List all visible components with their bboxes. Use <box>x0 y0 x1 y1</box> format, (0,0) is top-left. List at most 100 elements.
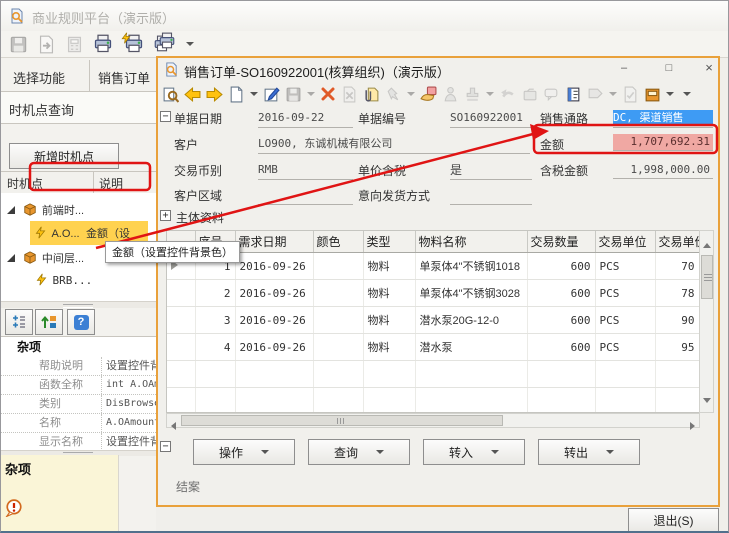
property-value[interactable]: 设置控件背 <box>101 357 156 375</box>
cell-qty[interactable]: 600 <box>527 334 595 361</box>
quick-print-icon[interactable] <box>122 34 144 54</box>
cell-qty[interactable]: 600 <box>527 253 595 280</box>
cell-date[interactable]: 2016-09-26 <box>235 253 313 280</box>
col-price[interactable]: 交易单价 <box>655 231 699 253</box>
tab-select-function[interactable]: 选择功能 <box>13 68 65 87</box>
property-value[interactable]: DisBrowse <box>101 395 156 413</box>
tax-amount-field[interactable]: 1,998,000.00 <box>613 162 713 179</box>
tab-sales-order[interactable]: 销售订单 <box>98 68 150 87</box>
property-row[interactable]: 显示名称 设置控件背 <box>1 433 156 451</box>
new-dropdown-icon[interactable] <box>250 92 258 96</box>
cell-type[interactable]: 物料 <box>363 253 415 280</box>
sort-az-button[interactable] <box>35 309 63 335</box>
attachment-icon[interactable] <box>363 86 380 103</box>
cell-price[interactable]: 78 <box>655 280 699 307</box>
cell-material[interactable]: 单泵体4"不锈钢1018 <box>415 253 527 280</box>
back-icon[interactable] <box>184 86 201 103</box>
discard-icon[interactable] <box>341 86 358 103</box>
maximize-button[interactable]: □ <box>658 61 680 76</box>
tree-header-timing[interactable]: 时机点 <box>7 175 43 192</box>
cell-qty[interactable]: 600 <box>527 280 595 307</box>
property-row[interactable]: 函数全称 int A.OAm <box>1 376 156 395</box>
col-color[interactable]: 颜色 <box>313 231 363 253</box>
pin-dropdown-icon[interactable] <box>407 92 415 96</box>
help-button[interactable]: ? <box>67 309 95 335</box>
tax-incl-field[interactable]: 是 <box>450 162 532 180</box>
add-timing-point-button[interactable]: 新增时机点 <box>9 143 119 169</box>
edit-icon[interactable] <box>263 86 280 103</box>
tree-row-brb[interactable]: BRB... <box>35 271 92 289</box>
pin-icon[interactable] <box>385 86 402 103</box>
scroll-up-icon[interactable] <box>703 235 711 253</box>
footer-section-toggle[interactable]: − <box>160 441 171 452</box>
tree-node-label[interactable]: 前端时... <box>42 205 84 217</box>
table-row-empty[interactable] <box>167 361 699 388</box>
tree-header-desc[interactable]: 说明 <box>99 175 123 192</box>
property-value[interactable]: int A.OAm <box>101 376 156 394</box>
col-type[interactable]: 类型 <box>363 231 415 253</box>
minimize-button[interactable]: – <box>613 61 635 76</box>
tree-rule-label[interactable]: BRB... <box>52 274 92 287</box>
delete-icon[interactable] <box>320 86 336 102</box>
toolbar-dropdown-icon[interactable] <box>186 42 194 46</box>
notebook-icon[interactable] <box>565 86 582 103</box>
horizontal-scrollbar[interactable] <box>166 413 700 428</box>
vertical-scroll-thumb[interactable] <box>701 255 713 299</box>
main-section-toggle[interactable]: + <box>160 210 171 221</box>
transfer-out-button[interactable]: 转出 <box>538 439 640 465</box>
overflow-dropdown-icon[interactable] <box>683 92 691 96</box>
warning-bubble-icon[interactable] <box>5 499 23 517</box>
doc-date-field[interactable]: 2016-09-22 <box>258 110 353 128</box>
handover-icon[interactable] <box>420 86 437 103</box>
operate-button[interactable]: 操作 <box>193 439 295 465</box>
scroll-right-icon[interactable] <box>690 417 695 435</box>
undo-icon[interactable] <box>499 86 516 103</box>
transfer-in-button[interactable]: 转入 <box>423 439 525 465</box>
table-row[interactable]: 3 2016-09-26 物料 潜水泵20G-12-0 600 PCS 90 <box>167 307 699 334</box>
currency-field[interactable]: RMB <box>258 162 353 180</box>
col-material[interactable]: 物料名称 <box>415 231 527 253</box>
cell-type[interactable]: 物料 <box>363 280 415 307</box>
cell-date[interactable]: 2016-09-26 <box>235 307 313 334</box>
horizontal-scroll-thumb[interactable] <box>181 415 503 426</box>
forward-icon[interactable] <box>206 86 223 103</box>
new-document-icon[interactable] <box>228 86 245 103</box>
verify-icon[interactable] <box>622 86 639 103</box>
collapse-header-toggle[interactable]: − <box>160 111 171 122</box>
calculator-icon[interactable] <box>65 35 84 54</box>
cell-material[interactable]: 潜水泵 <box>415 334 527 361</box>
print-icon[interactable] <box>93 34 113 54</box>
cell-color[interactable] <box>313 334 363 361</box>
col-unit[interactable]: 交易单位 <box>595 231 655 253</box>
cell-color[interactable] <box>313 253 363 280</box>
close-case-label[interactable]: 结案 <box>176 478 200 495</box>
property-value[interactable]: 设置控件背 <box>101 433 156 451</box>
col-demand-date[interactable]: 需求日期 <box>235 231 313 253</box>
cell-price[interactable]: 95 <box>655 334 699 361</box>
cell-date[interactable]: 2016-09-26 <box>235 334 313 361</box>
table-row-empty[interactable] <box>167 388 699 414</box>
tree-row-middle[interactable]: 中间层... <box>7 249 84 267</box>
query-button[interactable]: 查询 <box>308 439 410 465</box>
approve-icon[interactable] <box>442 86 459 103</box>
cell-material[interactable]: 单泵体4"不锈钢3028 <box>415 280 527 307</box>
expand-icon[interactable] <box>7 254 15 262</box>
cell-type[interactable]: 物料 <box>363 334 415 361</box>
cell-unit[interactable]: PCS <box>595 280 655 307</box>
customer-field[interactable]: LO900, 东诚机械有限公司 <box>258 136 530 154</box>
exit-button[interactable]: 退出(S) <box>628 508 719 533</box>
save-dropdown-icon[interactable] <box>307 92 315 96</box>
delivery-field[interactable] <box>450 187 532 205</box>
table-row[interactable]: 2 2016-09-26 物料 单泵体4"不锈钢3028 600 PCS 78 <box>167 280 699 307</box>
tree-row-frontend[interactable]: 前端时... <box>7 201 84 219</box>
tree-rule-label[interactable]: A.O... <box>51 228 79 240</box>
property-row[interactable]: 帮助说明 设置控件背 <box>1 357 156 376</box>
channel-field[interactable]: DC, 渠道销售 <box>613 110 713 128</box>
cell-seq[interactable]: 3 <box>195 307 235 334</box>
export-icon[interactable] <box>37 35 56 54</box>
comment-icon[interactable] <box>543 86 560 103</box>
cell-unit[interactable]: PCS <box>595 307 655 334</box>
vertical-scrollbar[interactable] <box>699 230 714 413</box>
region-field[interactable] <box>258 187 353 205</box>
cell-color[interactable] <box>313 280 363 307</box>
